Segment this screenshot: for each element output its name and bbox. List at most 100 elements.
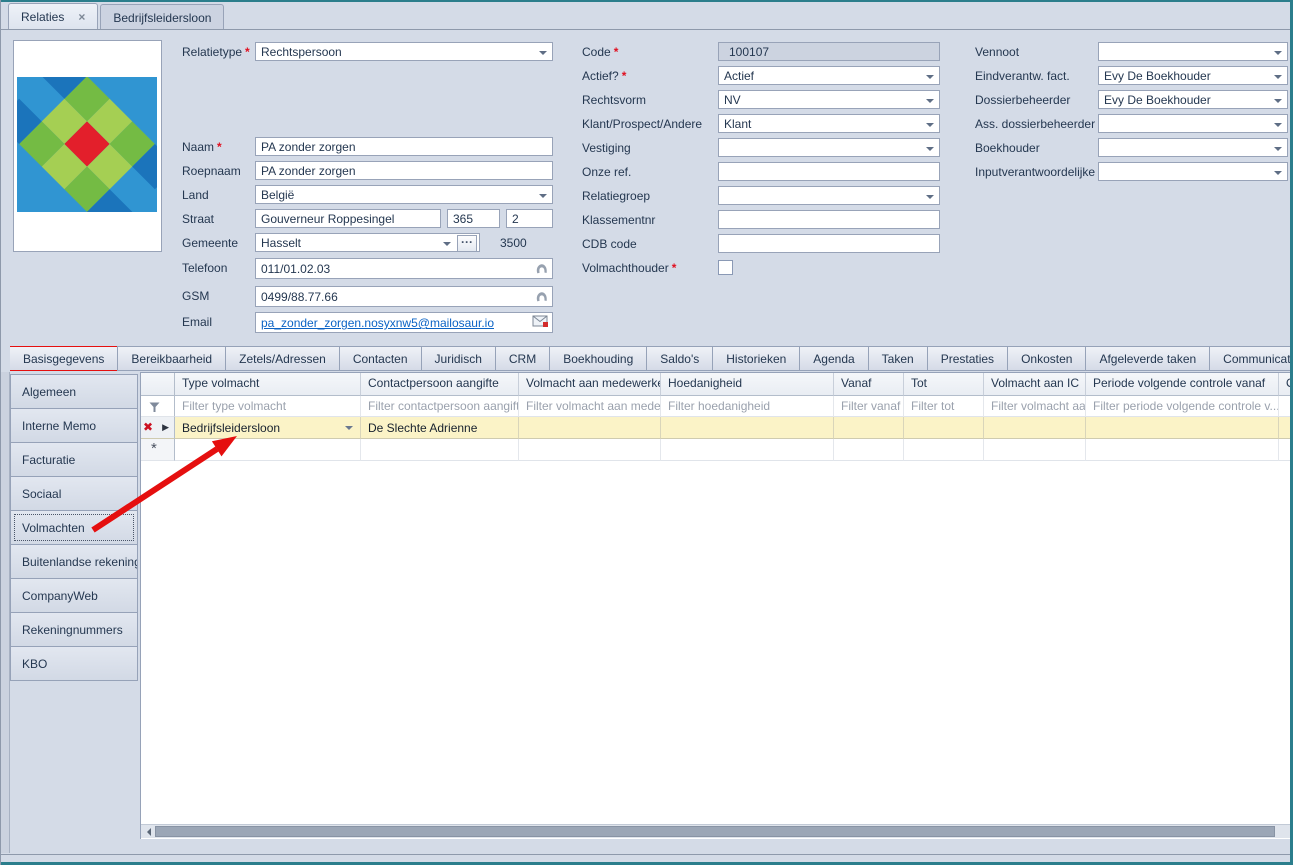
roepnaam-label: Roepnaam (182, 164, 241, 180)
section-tab[interactable]: Onkosten (1007, 346, 1086, 371)
phone-icon[interactable] (534, 261, 549, 279)
dossierbeheerder-select[interactable]: Evy De Boekhouder (1098, 90, 1288, 109)
grid-cell[interactable]: Bedrijfsleidersloon (175, 417, 361, 439)
code-label: Code* (582, 45, 618, 61)
horizontal-scrollbar[interactable] (141, 824, 1290, 838)
filter-cell[interactable]: Filter periode volgende controle v... (1086, 396, 1279, 417)
send-mail-icon[interactable] (532, 315, 549, 331)
sidebar-item[interactable]: Facturatie (10, 442, 138, 477)
close-icon[interactable]: × (78, 10, 85, 24)
vestiging-select[interactable] (718, 138, 940, 157)
ellipsis-lookup-button[interactable]: ··· (457, 235, 477, 252)
grid-cell[interactable] (984, 417, 1086, 439)
section-tab[interactable]: Historieken (712, 346, 800, 371)
sidebar-item[interactable]: Buitenlandse rekening (10, 544, 138, 579)
vennoot-select[interactable] (1098, 42, 1288, 61)
bus-field[interactable]: 2 (506, 209, 553, 228)
naam-field[interactable]: PA zonder zorgen (255, 137, 553, 156)
section-tab[interactable]: Zetels/Adressen (225, 346, 340, 371)
column-header[interactable]: Volmacht aan IC (984, 373, 1086, 396)
section-tab[interactable]: Saldo's (646, 346, 713, 371)
scroll-left-button[interactable] (141, 825, 154, 838)
column-header[interactable]: Type volmacht (175, 373, 361, 396)
grid-cell-empty[interactable] (1086, 439, 1279, 461)
section-tab[interactable]: Boekhouding (549, 346, 647, 371)
filter-cell[interactable]: Filter hoedanigheid (661, 396, 834, 417)
klassementnr-field[interactable] (718, 210, 940, 229)
relatiegroep-select[interactable] (718, 186, 940, 205)
section-tab[interactable]: Prestaties (927, 346, 1008, 371)
onze-ref-field[interactable] (718, 162, 940, 181)
telefoon-field[interactable]: 011/01.02.03 (255, 258, 553, 279)
section-tab[interactable]: Contacten (339, 346, 422, 371)
cdb-code-field[interactable] (718, 234, 940, 253)
grid-cell[interactable] (519, 417, 661, 439)
chevron-down-icon (1274, 75, 1282, 83)
roepnaam-field[interactable]: PA zonder zorgen (255, 161, 553, 180)
grid-cell-empty[interactable] (175, 439, 361, 461)
column-header[interactable]: Periode volgende controle vanaf (1086, 373, 1279, 396)
document-tab-relaties[interactable]: Relaties × (8, 3, 98, 30)
section-tab[interactable]: Communicator (1209, 346, 1290, 371)
huisnummer-field[interactable]: 365 (447, 209, 500, 228)
relatietype-select[interactable]: Rechtspersoon (255, 42, 553, 61)
sidebar-item[interactable]: CompanyWeb (10, 578, 138, 613)
grid-cell-empty[interactable] (519, 439, 661, 461)
eindverantw-select[interactable]: Evy De Boekhouder (1098, 66, 1288, 85)
filter-cell[interactable]: Filter contactpersoon aangifte (361, 396, 519, 417)
section-tab[interactable]: Juridisch (421, 346, 496, 371)
sidebar-item[interactable]: Rekeningnummers (10, 612, 138, 647)
volmachthouder-checkbox[interactable] (718, 260, 733, 275)
filter-cell[interactable]: Filter tot (904, 396, 984, 417)
grid-cell[interactable] (834, 417, 904, 439)
straat-field[interactable]: Gouverneur Roppesingel (255, 209, 441, 228)
sidebar-item[interactable]: Algemeen (10, 374, 138, 409)
phone-icon[interactable] (534, 289, 549, 307)
sidebar-item[interactable]: Volmachten (10, 510, 138, 545)
grid-data-row[interactable]: ✖ ▶ BedrijfsleidersloonDe Slechte Adrien… (141, 417, 1291, 439)
column-header[interactable]: Tot (904, 373, 984, 396)
grid-cell[interactable] (1086, 417, 1279, 439)
gemeente-select[interactable]: Hasselt ··· (255, 233, 480, 252)
klant-prospect-select[interactable]: Klant (718, 114, 940, 133)
email-field[interactable]: pa_zonder_zorgen.nosyxnw5@mailosaur.io (255, 312, 553, 333)
chevron-down-icon (1274, 171, 1282, 179)
grid-cell[interactable]: De Slechte Adrienne (361, 417, 519, 439)
filter-cell[interactable]: Filter vanaf (834, 396, 904, 417)
boekhouder-select[interactable] (1098, 138, 1288, 157)
section-tab[interactable]: Bereikbaarheid (117, 346, 226, 371)
grid-cell-empty[interactable] (904, 439, 984, 461)
gsm-field[interactable]: 0499/88.77.66 (255, 286, 553, 307)
grid-cell[interactable] (661, 417, 834, 439)
section-tab[interactable]: Afgeleverde taken (1085, 346, 1210, 371)
grid-cell-empty[interactable] (984, 439, 1086, 461)
filter-cell[interactable]: Filter type volmacht (175, 396, 361, 417)
email-link[interactable]: pa_zonder_zorgen.nosyxnw5@mailosaur.io (261, 316, 548, 330)
boekhouder-label: Boekhouder (975, 141, 1040, 157)
filter-cell[interactable]: Filter volmacht aan mede... (519, 396, 661, 417)
section-tab[interactable]: CRM (495, 346, 550, 371)
land-select[interactable]: België (255, 185, 553, 204)
grid-new-row[interactable]: * (141, 439, 1291, 461)
section-tab[interactable]: Agenda (799, 346, 868, 371)
sidebar-item[interactable]: Sociaal (10, 476, 138, 511)
column-header[interactable]: Contactpersoon aangifte (361, 373, 519, 396)
ass-dossierbeheerder-select[interactable] (1098, 114, 1288, 133)
sidebar-item[interactable]: Interne Memo (10, 408, 138, 443)
column-header[interactable]: Volmacht aan medewerker (519, 373, 661, 396)
column-header[interactable]: Vanaf (834, 373, 904, 396)
grid-cell-empty[interactable] (361, 439, 519, 461)
grid-cell-empty[interactable] (834, 439, 904, 461)
sidebar-item[interactable]: KBO (10, 646, 138, 681)
filter-cell[interactable]: Filter volmacht aa... (984, 396, 1086, 417)
rechtsvorm-select[interactable]: NV (718, 90, 940, 109)
actief-select[interactable]: Actief (718, 66, 940, 85)
inputverantwoordelijke-select[interactable] (1098, 162, 1288, 181)
grid-cell-empty[interactable] (661, 439, 834, 461)
document-tab-bedrijfsleidersloon[interactable]: Bedrijfsleidersloon (100, 4, 224, 30)
grid-cell[interactable] (904, 417, 984, 439)
section-tab[interactable]: Taken (868, 346, 928, 371)
column-header[interactable]: Hoedanigheid (661, 373, 834, 396)
section-tab[interactable]: Basisgegevens (10, 346, 118, 371)
scrollbar-thumb[interactable] (155, 826, 1275, 837)
